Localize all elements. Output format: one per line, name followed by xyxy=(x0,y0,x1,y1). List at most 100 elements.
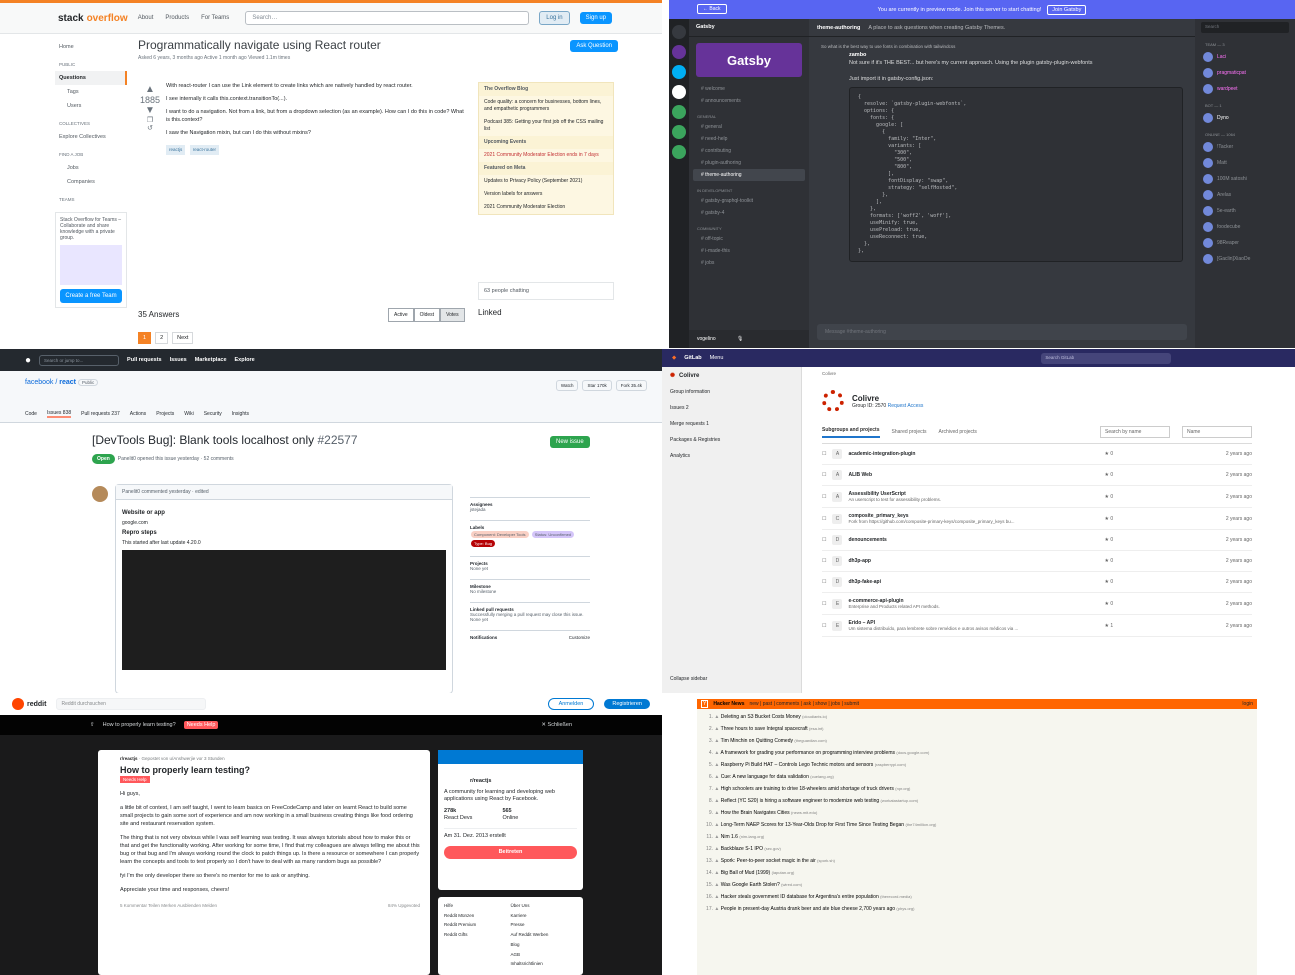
meta-item[interactable]: 2021 Community Moderator Election xyxy=(479,201,613,214)
project-title[interactable]: dh3p-fake-api xyxy=(848,579,881,585)
story-title[interactable]: Big Ball of Mud (1999) xyxy=(721,870,770,876)
signup-button[interactable]: Sign up xyxy=(579,12,612,24)
tab-security[interactable]: Security xyxy=(204,411,222,417)
footer-link[interactable]: Karriere xyxy=(511,913,578,921)
story-domain[interactable]: (news.mit.edu) xyxy=(791,810,817,815)
side-labels-title[interactable]: Labels xyxy=(470,520,590,530)
repo-owner[interactable]: facebook xyxy=(25,379,53,386)
gl-side-mr[interactable]: Merge requests 1 xyxy=(662,416,801,432)
bookmark-icon[interactable]: ☐ xyxy=(822,579,826,585)
story-domain[interactable]: (docs.google.com) xyxy=(896,750,929,755)
page-next[interactable]: Next xyxy=(172,332,194,344)
story-title[interactable]: Was Google Earth Stolen? xyxy=(721,882,780,888)
project-name[interactable]: e-commerce-api-plugin Enterprise and Prod… xyxy=(848,598,1098,609)
gh-search-input[interactable]: Search or jump to... xyxy=(39,354,120,366)
member[interactable]: Matt xyxy=(1195,155,1295,171)
story-domain[interactable]: (raspberrypi.com) xyxy=(875,762,906,767)
story-domain[interactable]: (nim-lang.org) xyxy=(739,834,764,839)
story-title[interactable]: How the Brain Navigates Cities xyxy=(721,810,790,816)
bookmark-icon[interactable]: ☐ xyxy=(822,451,826,457)
chat-widget[interactable]: 63 people chatting xyxy=(478,282,614,300)
project-row[interactable]: ☐ E Erido – API Um sistema distribuído, par… xyxy=(822,615,1252,637)
project-name[interactable]: Erido – API Um sistema distribuído, para … xyxy=(848,620,1098,631)
footer-link[interactable]: Über Uns xyxy=(511,903,578,911)
gl-side-packages[interactable]: Packages & Registries xyxy=(662,432,801,448)
story-title[interactable]: A framework for grading your performance… xyxy=(720,750,895,756)
bookmark-icon[interactable]: ☐ xyxy=(822,472,826,478)
bookmark-icon[interactable]: ☐ xyxy=(822,623,826,629)
member[interactable]: 100M satoshi xyxy=(1195,171,1295,187)
bookmark-icon[interactable]: ☐ xyxy=(822,494,826,500)
footer-link[interactable]: AGB xyxy=(511,952,578,960)
project-title[interactable]: academic-integration-plugin xyxy=(848,451,915,457)
member[interactable]: Dyno xyxy=(1195,110,1295,126)
request-access-link[interactable]: Request Access xyxy=(888,403,924,409)
story-domain[interactable]: (theguardian.com) xyxy=(794,738,826,743)
gh-nav-issues[interactable]: Issues xyxy=(170,357,187,363)
channel-contributing[interactable]: # contributing xyxy=(689,145,809,157)
add-server-icon[interactable] xyxy=(672,105,686,119)
post-flair[interactable]: Needs Help xyxy=(120,776,150,783)
so-logo[interactable]: stack overflow xyxy=(58,13,128,24)
project-row[interactable]: ☐ Ddh3p-app ★ 0 2 years ago xyxy=(822,551,1252,572)
story-domain[interactable]: (therecord.media) xyxy=(880,894,912,899)
story-title[interactable]: Deleting an S3 Bucket Costs Money xyxy=(721,714,801,720)
project-row[interactable]: ☐ Aacademic-integration-plugin ★ 0 2 years … xyxy=(822,444,1252,465)
story-domain[interactable]: (spork.sh) xyxy=(817,858,835,863)
story-domain[interactable]: (phys.org) xyxy=(896,906,914,911)
member[interactable]: [Gaclin]XiaoDe xyxy=(1195,251,1295,267)
story-domain[interactable]: (sec.gov) xyxy=(764,846,780,851)
join-button[interactable]: Beitreten xyxy=(444,846,577,859)
label-bug[interactable]: Type: Bug xyxy=(471,540,496,547)
bookmark-icon[interactable]: ❐ xyxy=(138,116,162,124)
footer-link[interactable] xyxy=(444,961,511,969)
channel-graphql-toolkit[interactable]: # gatsby-graphql-toolkit xyxy=(689,195,809,207)
reddit-search-input[interactable]: Reddit durchsuchen xyxy=(56,698,207,710)
github-logo-icon[interactable]: ● xyxy=(25,355,31,366)
project-name[interactable]: dh3p-app xyxy=(848,558,1098,564)
gh-nav-marketplace[interactable]: Marketplace xyxy=(195,357,227,363)
project-row[interactable]: ☐ A Assessibility UserScript An userscript … xyxy=(822,486,1252,508)
hn-logo-icon[interactable]: Y xyxy=(701,700,709,708)
star-button[interactable]: Star 170k xyxy=(582,380,612,391)
bookmark-icon[interactable]: ☐ xyxy=(822,558,826,564)
channel-theme-authoring[interactable]: # theme-authoring xyxy=(693,169,805,181)
project-row[interactable]: ☐ Ddenouncements ★ 0 2 years ago xyxy=(822,530,1252,551)
project-name[interactable]: composite_primary_keys Fork from https://… xyxy=(848,513,1098,524)
channel-gatsby-4[interactable]: # gatsby-4 xyxy=(689,207,809,219)
so-nav-teams[interactable]: For Teams xyxy=(201,15,229,21)
project-row[interactable]: ☐ A ALIB Web ★ 0 2 years ago xyxy=(822,465,1252,486)
story-domain[interactable]: (workatastartup.com) xyxy=(881,798,919,803)
member[interactable]: Arelas xyxy=(1195,187,1295,203)
server-icon[interactable] xyxy=(672,85,686,99)
downvote-icon[interactable]: ▼ xyxy=(138,105,162,116)
reddit-logo[interactable]: reddit xyxy=(12,698,46,710)
tab-pulls[interactable]: Pull requests 237 xyxy=(81,411,120,417)
page-2[interactable]: 2 xyxy=(155,332,169,344)
project-title[interactable]: dh3p-app xyxy=(848,558,871,564)
channel-announcements[interactable]: # announcements xyxy=(689,95,809,107)
avatar[interactable] xyxy=(92,486,108,502)
upvote-icon[interactable]: ▲ xyxy=(138,84,162,95)
message-author[interactable]: zambo xyxy=(849,51,1183,59)
story-domain[interactable]: (npr.org) xyxy=(895,786,910,791)
project-title[interactable]: ALIB Web xyxy=(848,472,872,478)
gl-search-input[interactable]: Search GitLab xyxy=(1041,352,1172,364)
gl-group-item[interactable]: ✺ Colivre xyxy=(662,367,801,384)
hn-brand[interactable]: Hacker News xyxy=(713,701,744,707)
sort-active[interactable]: Active xyxy=(388,308,414,322)
close-button[interactable]: ✕ Schließen xyxy=(541,722,572,728)
ask-question-button[interactable]: Ask Question xyxy=(570,40,618,52)
so-left-companies[interactable]: Companies xyxy=(55,175,127,189)
new-issue-button[interactable]: New issue xyxy=(550,436,590,448)
story-title[interactable]: High schoolers are training to drive 18-… xyxy=(721,786,894,792)
post-action-links[interactable]: 5 Kommentar Teilen Merken Ausblenden Mel… xyxy=(120,902,217,910)
history-icon[interactable]: ↺ xyxy=(138,124,162,132)
so-left-users[interactable]: Users xyxy=(55,99,127,113)
so-left-home[interactable]: Home xyxy=(55,40,127,54)
meta-item[interactable]: Updates to Privacy Policy (September 202… xyxy=(479,175,613,188)
hn-nav[interactable]: new | past | comments | ask | show | job… xyxy=(749,701,859,707)
story-title[interactable]: Tim Minchin on Quitting Comedy xyxy=(721,738,793,744)
gl-filter-input[interactable]: Search by name xyxy=(1100,426,1170,438)
gl-side-info[interactable]: Group information xyxy=(662,384,801,400)
